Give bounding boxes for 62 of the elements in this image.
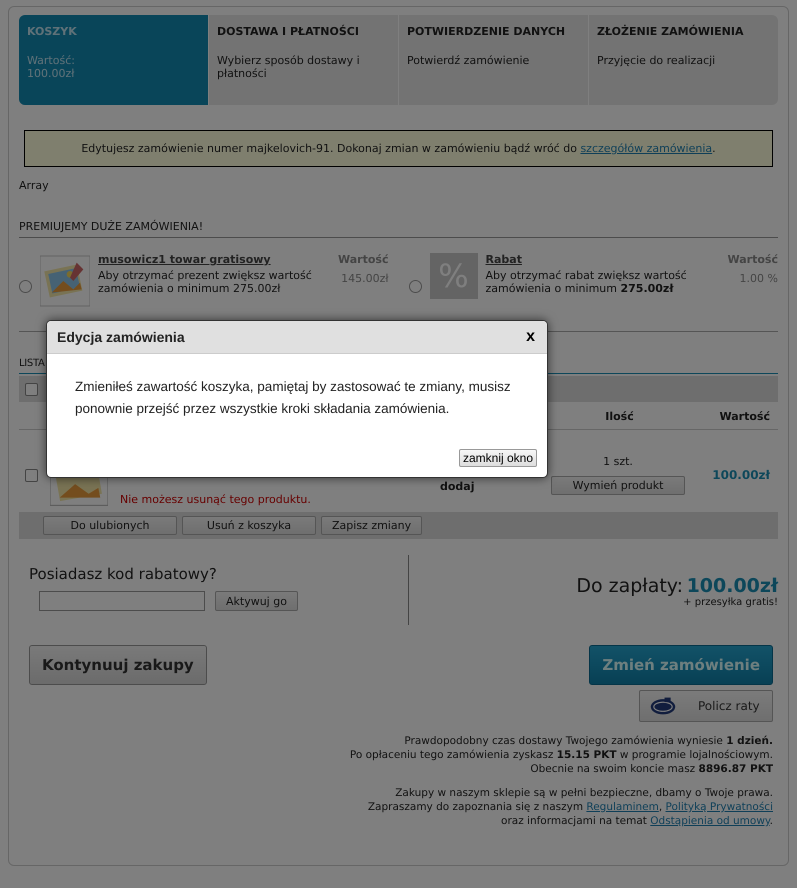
quantity-text: 1 szt. bbox=[603, 455, 633, 468]
checkbox[interactable] bbox=[25, 468, 38, 482]
debug-text: Array bbox=[19, 179, 50, 192]
section-heading: PREMIUJEMY DUŻE ZAMÓWIENIA! bbox=[19, 220, 778, 238]
checkout-step[interactable]: KOSZYK Wartość: 100.00zł bbox=[19, 15, 208, 105]
policy-link[interactable]: Odstąpienia od umowy bbox=[650, 815, 770, 827]
activate-button[interactable]: Aktywuj go bbox=[215, 591, 298, 611]
policy-link[interactable]: Regulaminem bbox=[586, 801, 659, 813]
checkout-step[interactable]: POTWIERDZENIE DANYCH Potwierdź zamówienie bbox=[398, 15, 588, 105]
cart-action-button[interactable]: Do ulubionych bbox=[43, 516, 177, 535]
cart-action-button[interactable]: Usuń z koszyka bbox=[182, 516, 316, 535]
reward-description: Aby otrzymać rabat zwiększ wartość zamówienia o minimum 275.00zł bbox=[486, 269, 688, 295]
step-title: KOSZYK bbox=[27, 25, 78, 38]
column-header: Ilość bbox=[604, 410, 635, 423]
checkbox[interactable] bbox=[25, 382, 38, 396]
reward-title-link[interactable]: Rabat bbox=[486, 253, 720, 266]
value-amount: 145.00zł bbox=[341, 272, 388, 285]
policy-link[interactable]: Polityką Prywatności bbox=[666, 801, 773, 813]
radio-button[interactable] bbox=[408, 280, 422, 293]
value-amount: 1.00 % bbox=[740, 272, 778, 285]
warning-text: Nie możesz usunąć tego produktu. bbox=[120, 493, 312, 506]
dialog-title: Edycja zamówienia bbox=[57, 329, 185, 345]
total-amount: 100.00zł bbox=[686, 575, 778, 597]
legal-text: Zapraszamy do zapoznania się z naszym Regulaminem, Polityką Prywatności bbox=[366, 800, 773, 814]
logo-icon bbox=[650, 696, 676, 716]
radio-button[interactable] bbox=[19, 280, 32, 293]
replace-product-button[interactable]: Wymień produkt bbox=[551, 476, 685, 495]
change-order-button[interactable]: Zmień zamówienie bbox=[589, 645, 773, 685]
value-label: Wartość bbox=[728, 253, 778, 266]
continue-shopping-button[interactable]: Kontynuuj zakupy bbox=[29, 645, 207, 685]
info-text: Obecnie na swoim koncie masz 8896.87 PKT bbox=[529, 762, 773, 776]
reward-description: Aby otrzymać prezent zwiększ wartość zamówienia o minimum 275.00zł bbox=[98, 269, 313, 295]
product-text: dodaj bbox=[440, 481, 476, 493]
item-price: 100.00zł bbox=[711, 468, 770, 482]
coupon-label: Posiadasz kod rabatowy? bbox=[29, 565, 218, 583]
step-description: Wybierz sposób dostawy i płatności bbox=[217, 54, 361, 80]
order-details-link[interactable]: szczegółów zamówienia bbox=[580, 142, 712, 155]
column-header: Wartość bbox=[720, 410, 770, 423]
close-button[interactable]: x bbox=[524, 328, 537, 346]
dialog-message: Zmieniłeś zawartość koszyka, pamiętaj by zastosować te zmiany, musisz ponownie przejść przez wszystkie kroki składania zamówienia. bbox=[74, 378, 512, 418]
step-title: DOSTAWA I PŁATNOŚCI bbox=[217, 25, 360, 38]
cart-action-button[interactable]: Zapisz zmiany bbox=[321, 516, 422, 535]
info-text: Prawdopodobny czas dostawy Twojego zamówienia wyniesie 1 dzień. bbox=[403, 734, 773, 748]
installments-button[interactable]: Policz raty bbox=[639, 690, 773, 722]
discount-icon: % bbox=[430, 253, 478, 299]
legal-text: oraz informacjami na temat Odstąpienia od umowy. bbox=[500, 814, 773, 828]
step-description: Potwierdź zamówienie bbox=[407, 54, 530, 67]
close-dialog-button[interactable]: zamknij okno bbox=[458, 449, 537, 467]
step-description: Wartość: 100.00zł bbox=[27, 54, 76, 80]
step-title: ZŁOŻENIE ZAMÓWIENIA bbox=[597, 25, 744, 38]
coupon-input-field[interactable] bbox=[39, 591, 205, 611]
total-label: Do zapłaty: bbox=[576, 575, 684, 597]
checkout-step[interactable]: ZŁOŻENIE ZAMÓWIENIA Przyjęcie do realizacji bbox=[588, 15, 778, 105]
checkout-step[interactable]: DOSTAWA I PŁATNOŚCI Wybierz sposób dostawy i płatności bbox=[208, 15, 398, 105]
notice-message: Edytujesz zamówienie numer majkelovich-91. Dokonaj zmian w zamówieniu bądź wróć do szczegółów zamówienia. bbox=[24, 130, 773, 167]
step-description: Przyjęcie do realizacji bbox=[597, 54, 716, 67]
shipping-note: + przesyłka gratis! bbox=[683, 597, 778, 608]
value-label: Wartość bbox=[338, 253, 388, 266]
step-title: POTWIERDZENIE DANYCH bbox=[407, 25, 566, 38]
info-text: Po opłaceniu tego zamówienia zyskasz 15.15 PKT w programie lojalnościowym. bbox=[348, 748, 773, 762]
legal-text: Zakupy w naszym sklepie są w pełni bezpieczne, dbamy o Twoje prawa. bbox=[394, 786, 773, 800]
reward-title-link[interactable]: musowicz1 towar gratisowy bbox=[98, 253, 330, 266]
